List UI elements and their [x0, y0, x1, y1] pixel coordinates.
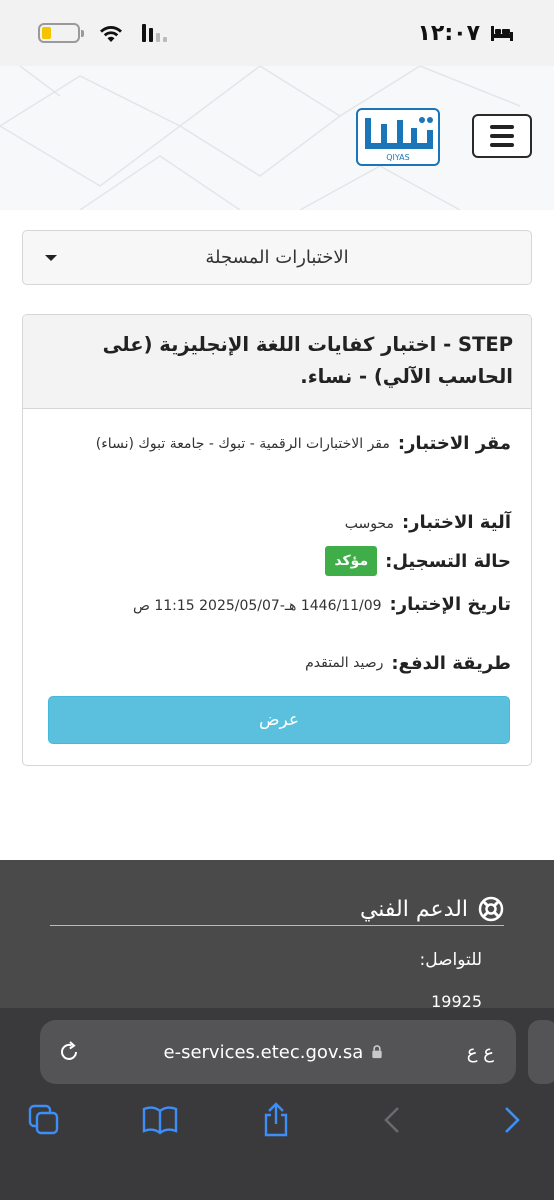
text-size-button[interactable]: ع ع — [467, 1042, 494, 1063]
tabs-button[interactable] — [24, 1100, 64, 1140]
registered-exams-dropdown[interactable]: الاختبارات المسجلة — [22, 230, 532, 285]
tabs-icon — [28, 1104, 59, 1135]
contact-label: للتواصل: — [419, 950, 482, 970]
share-button[interactable] — [256, 1100, 296, 1140]
hamburger-line — [490, 125, 514, 129]
url-text: e-services.etec.gov.sa — [163, 1041, 364, 1063]
menu-button[interactable] — [472, 114, 532, 158]
status-bar: ١٢:٠٧ — [0, 0, 554, 66]
forward-button[interactable] — [492, 1100, 532, 1140]
header-pattern — [0, 66, 521, 210]
payment-method-row: طريقة الدفع: رصيد المتقدم — [43, 637, 511, 689]
status-time: ١٢:٠٧ — [417, 20, 480, 46]
back-icon — [384, 1107, 399, 1133]
cellular-signal-icon — [142, 24, 167, 42]
back-button[interactable] — [372, 1100, 412, 1140]
browser-toolbar — [0, 1100, 554, 1160]
lock-icon — [372, 1045, 382, 1059]
exam-card-header: STEP - اختبار كفايات اللغة الإنجليزية (ع… — [23, 315, 531, 409]
exam-title: STEP - اختبار كفايات اللغة الإنجليزية (ع… — [102, 333, 513, 388]
status-indicators — [38, 23, 167, 43]
browser-bottom-bar: e-services.etec.gov.sa ع ع — [0, 1008, 554, 1200]
wifi-icon — [100, 26, 122, 42]
divider — [50, 925, 504, 926]
caret-down-icon — [45, 255, 57, 261]
view-button[interactable]: عرض — [48, 696, 510, 744]
qiyas-logo[interactable]: QIYAS — [356, 108, 440, 166]
bookmarks-icon — [142, 1106, 178, 1135]
dropdown-label: الاختبارات المسجلة — [205, 247, 349, 268]
logo-text: QIYAS — [386, 153, 409, 162]
address-bar[interactable]: e-services.etec.gov.sa ع ع — [40, 1020, 516, 1084]
exam-location-row: مقر الاختبار: مقر الاختبارات الرقمية - ت… — [43, 429, 511, 499]
site-header: QIYAS — [0, 66, 554, 210]
registration-status-label: حالة التسجيل: — [385, 550, 511, 572]
status-badge: مؤكد — [325, 546, 378, 576]
exam-location-value: مقر الاختبارات الرقمية - تبوك - جامعة تب… — [95, 436, 390, 452]
payment-method-value: رصيد المتقدم — [305, 655, 384, 671]
bed-icon — [491, 26, 513, 41]
exam-method-value: محوسب — [344, 516, 394, 532]
exam-method-label: آلية الاختبار: — [401, 512, 511, 533]
exam-date-label: تاريخ الإختبار: — [389, 594, 511, 615]
hamburger-line — [490, 134, 514, 138]
share-icon — [264, 1102, 288, 1137]
exam-card-body: مقر الاختبار: مقر الاختبارات الرقمية - ت… — [23, 409, 531, 689]
site-footer: الدعم الفني للتواصل: 19925 — [0, 860, 554, 1020]
exam-date-row: تاريخ الإختبار: 1446/11/09 هـ-2025/05/07… — [43, 591, 511, 637]
payment-method-label: طريقة الدفع: — [391, 652, 511, 674]
battery-level — [42, 27, 51, 39]
exam-card: STEP - اختبار كفايات اللغة الإنجليزية (ع… — [22, 314, 532, 766]
exam-location-label: مقر الاختبار: — [397, 433, 511, 454]
hamburger-line — [490, 143, 514, 147]
battery-icon — [38, 23, 84, 43]
next-tab-preview[interactable] — [528, 1020, 554, 1084]
reload-icon[interactable] — [58, 1041, 80, 1063]
technical-support-heading: الدعم الفني — [360, 896, 504, 922]
forward-icon — [505, 1107, 520, 1133]
support-title: الدعم الفني — [359, 896, 468, 922]
lifebuoy-icon — [478, 896, 504, 922]
url-display[interactable]: e-services.etec.gov.sa — [164, 1042, 384, 1063]
exam-date-value: 1446/11/09 هـ-2025/05/07 11:15 ص — [132, 598, 382, 614]
status-right: ١٢:٠٧ — [417, 21, 514, 46]
registration-status-row: حالة التسجيل: مؤكد — [43, 541, 511, 581]
exam-method-row: آلية الاختبار: محوسب — [43, 509, 511, 541]
bookmarks-button[interactable] — [140, 1100, 180, 1140]
